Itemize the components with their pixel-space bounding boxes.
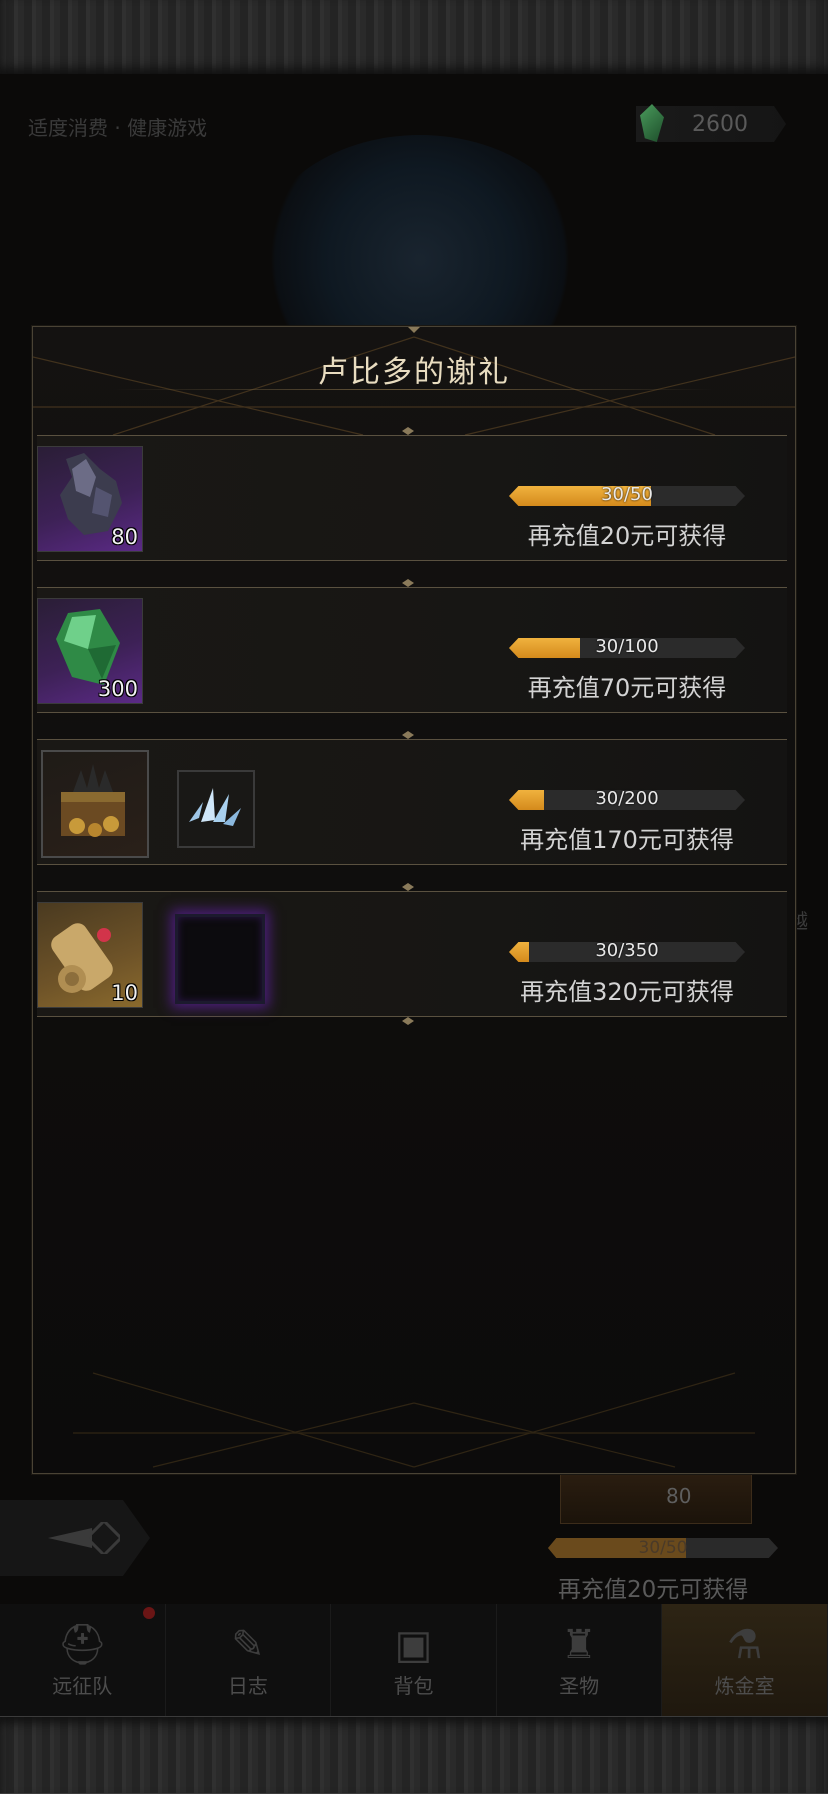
helmet-icon: ⛑ [56, 1622, 108, 1668]
alchemy-icon: ⚗ [726, 1622, 763, 1668]
recharge-hint: 再充值170元可获得 [520, 826, 734, 854]
modal-bottom-ornament [73, 1372, 755, 1468]
reward-item-ice-crystal[interactable] [177, 770, 255, 848]
bottom-frame [0, 1716, 828, 1794]
row-divider-ornament [402, 1017, 414, 1025]
item-count: 80 [111, 525, 138, 549]
progress-text: 30/200 [595, 788, 659, 809]
reward-row: 80 30/50 再充值20元可获得 [37, 435, 787, 561]
reward-modal: 卢比多的谢礼 80 30/50 再充值20元可获得 300 30/100 再充值… [32, 326, 796, 1474]
background-reward-count: 80 [666, 1484, 692, 1508]
reward-item-scroll[interactable]: 10 [37, 902, 143, 1008]
reward-item-void-frame[interactable] [175, 914, 265, 1004]
relic-icon: ♜ [561, 1622, 597, 1668]
nav-label: 炼金室 [714, 1674, 775, 1698]
nav-label: 圣物 [559, 1674, 600, 1698]
nav-label: 背包 [393, 1674, 434, 1698]
nav-item-journal[interactable]: ✎ 日志 [166, 1604, 332, 1716]
progress-text: 30/100 [595, 636, 659, 657]
back-arrow-icon [48, 1522, 120, 1554]
nav-label: 远征队 [52, 1674, 113, 1698]
recharge-hint: 再充值320元可获得 [520, 978, 734, 1006]
background-reward-slot [560, 1474, 752, 1524]
reward-row: 30/200 再充值170元可获得 [37, 739, 787, 865]
currency-value: 2600 [692, 112, 748, 137]
treasure-chest-icon [61, 764, 125, 837]
top-frame [0, 0, 828, 75]
progress-text: 30/50 [601, 484, 653, 505]
reward-item-chest[interactable] [41, 750, 149, 858]
notification-dot [143, 1607, 155, 1619]
nav-item-relic[interactable]: ♜ 圣物 [497, 1604, 663, 1716]
row-divider-ornament [402, 883, 414, 891]
reward-row: 10 30/350 再充值320元可获得 [37, 891, 787, 1017]
background-hint: 再充值20元可获得 [558, 1577, 749, 1603]
row-divider-ornament [402, 731, 414, 739]
progress-text: 30/350 [595, 940, 659, 961]
nav-item-expedition[interactable]: ⛑ 远征队 [0, 1604, 166, 1716]
journal-icon: ✎ [231, 1622, 265, 1668]
item-count: 10 [111, 981, 138, 1005]
reward-item-crystal[interactable]: 300 [37, 598, 143, 704]
nav-label: 日志 [227, 1674, 268, 1698]
ice-crystal-icon [189, 788, 241, 826]
modal-title: 卢比多的谢礼 [318, 355, 510, 390]
background-progress-text: 30/50 [638, 1538, 688, 1558]
reward-row: 300 30/100 再充值70元可获得 [37, 587, 787, 713]
reward-item-ore[interactable]: 80 [37, 446, 143, 552]
bottom-nav: ⛑ 远征队 ✎ 日志 ▣ 背包 ♜ 圣物 ⚗ 炼金室 [0, 1604, 828, 1716]
nav-item-alchemy[interactable]: ⚗ 炼金室 [662, 1604, 828, 1716]
backpack-icon: ▣ [394, 1622, 433, 1668]
health-notice: 适度消费 · 健康游戏 [28, 116, 208, 140]
recharge-hint: 再充值20元可获得 [527, 522, 727, 550]
item-count: 300 [97, 677, 138, 701]
recharge-hint: 再充值70元可获得 [527, 674, 727, 702]
row-divider-ornament [402, 579, 414, 587]
nav-item-backpack[interactable]: ▣ 背包 [331, 1604, 497, 1716]
